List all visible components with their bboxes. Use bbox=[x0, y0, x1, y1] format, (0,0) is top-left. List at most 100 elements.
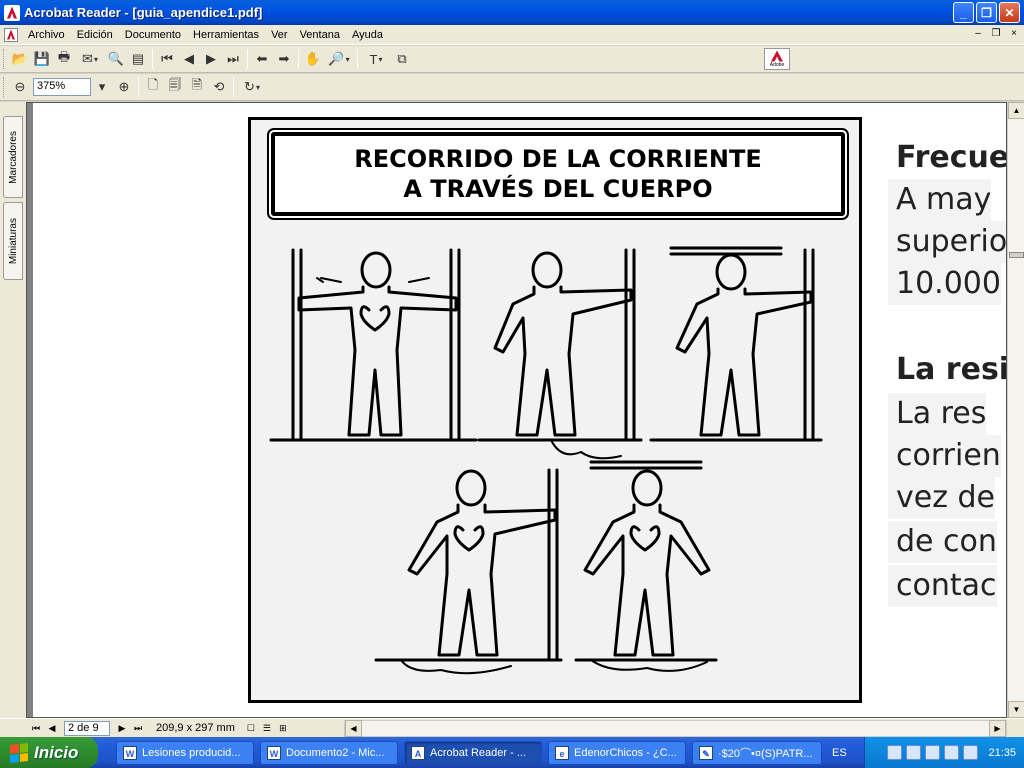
go-back-icon[interactable]: ⬅ bbox=[251, 48, 273, 70]
single-page-icon[interactable]: ☐ bbox=[243, 723, 259, 734]
scroll-down-icon[interactable]: ▼ bbox=[1008, 701, 1024, 718]
snapshot-icon[interactable]: ⧉ bbox=[391, 48, 413, 70]
open-icon[interactable]: 📂 bbox=[9, 48, 31, 70]
volume-icon[interactable] bbox=[925, 745, 941, 760]
next-page-icon[interactable]: ▶ bbox=[200, 48, 222, 70]
menu-ventana[interactable]: Ventana bbox=[294, 29, 346, 41]
maximize-button[interactable]: ❐ bbox=[976, 2, 997, 23]
menu-ayuda[interactable]: Ayuda bbox=[346, 29, 389, 41]
find-icon[interactable]: 🔍 bbox=[105, 48, 127, 70]
doc-restore-button[interactable]: ❐ bbox=[988, 28, 1004, 42]
fit-width-icon[interactable]: 🗎 bbox=[186, 76, 208, 98]
hand-tool-icon[interactable]: ✋ bbox=[302, 48, 324, 70]
scroll-right-icon[interactable]: ▶ bbox=[989, 720, 1006, 737]
taskbar-item-lesiones[interactable]: W Lesiones producid... bbox=[116, 740, 254, 765]
text-line: La res bbox=[888, 393, 987, 435]
menu-herramientas[interactable]: Herramientas bbox=[187, 29, 265, 41]
tab-thumbnails-label: Miniaturas bbox=[7, 217, 19, 265]
clock[interactable]: 21:35 bbox=[988, 747, 1016, 759]
taskbar-item-edenorchicos[interactable]: e EdenorChicos - ¿C... bbox=[548, 740, 686, 765]
text-line: superio bbox=[888, 221, 1006, 263]
word-icon: W bbox=[123, 745, 137, 760]
close-button[interactable]: ✕ bbox=[999, 2, 1020, 23]
menu-ver[interactable]: Ver bbox=[265, 29, 294, 41]
navigation-pane-tabs: Marcadores Miniaturas bbox=[0, 102, 26, 718]
status-next-page-icon[interactable]: ▶ bbox=[114, 723, 130, 734]
minimize-button[interactable]: _ bbox=[953, 2, 974, 23]
previous-page-icon[interactable]: ◀ bbox=[178, 48, 200, 70]
document-view[interactable]: RECORRIDO DE LA CORRIENTE A TRAVÉS DEL C… bbox=[26, 102, 1007, 718]
title-bar: Acrobat Reader - [guia_apendice1.pdf] _ … bbox=[0, 0, 1024, 25]
network-icon[interactable] bbox=[906, 745, 922, 760]
status-previous-page-icon[interactable]: ◀ bbox=[44, 723, 60, 734]
page-size-label: 209,9 x 297 mm bbox=[156, 722, 235, 734]
fit-page-icon[interactable]: 🗐 bbox=[164, 76, 186, 98]
doc-minimize-button[interactable]: – bbox=[970, 28, 986, 42]
menu-archivo[interactable]: Archivo bbox=[22, 29, 71, 41]
doc-close-button[interactable]: × bbox=[1006, 28, 1022, 42]
taskbar-item-chat[interactable]: ✎ ·$20⌒•¤(S)PATR... bbox=[692, 740, 822, 765]
menu-edicion[interactable]: Edición bbox=[71, 29, 119, 41]
show-navigation-icon[interactable]: ▤ bbox=[127, 48, 149, 70]
zoom-tool-icon[interactable]: 🔎 bbox=[324, 48, 354, 70]
print-icon[interactable]: 🖶 bbox=[53, 48, 75, 70]
email-icon[interactable]: ✉ bbox=[75, 48, 105, 70]
text-line: corrien bbox=[888, 435, 1001, 477]
menu-documento[interactable]: Documento bbox=[119, 29, 187, 41]
actual-size-icon[interactable]: 🗋 bbox=[142, 76, 164, 98]
word-icon: W bbox=[267, 745, 281, 760]
adobe-logo-icon bbox=[771, 50, 783, 62]
messenger-icon[interactable] bbox=[963, 745, 979, 760]
zoom-input[interactable]: 375% bbox=[33, 78, 91, 96]
go-forward-icon[interactable]: ➡ bbox=[273, 48, 295, 70]
vertical-scrollbar[interactable]: ▲ ▼ bbox=[1007, 102, 1024, 718]
adobe-logo[interactable]: Adobe bbox=[764, 48, 790, 70]
tab-thumbnails[interactable]: Miniaturas bbox=[3, 202, 23, 280]
status-last-page-icon[interactable]: ⏭ bbox=[130, 723, 146, 734]
view-toolbar: ⊖ 375% ▾ ⊕ 🗋 🗐 🗎 ⟲ ↻ bbox=[0, 74, 1024, 101]
continuous-page-icon[interactable]: ☰ bbox=[259, 723, 275, 734]
taskbar-item-label: Acrobat Reader - ... bbox=[430, 746, 526, 759]
zoom-dropdown-icon[interactable]: ▾ bbox=[91, 76, 113, 98]
text-line: vez de bbox=[888, 477, 995, 519]
main-toolbar: 📂 💾 🖶 ✉ 🔍 ▤ ⏮ ◀ ▶ ⏭ ⬅ ➡ ✋ 🔎 T ⧉ Adobe bbox=[0, 46, 1024, 73]
text-line: 10.000 bbox=[888, 263, 1001, 305]
taskbar-item-acrobat[interactable]: A Acrobat Reader - ... bbox=[404, 740, 542, 765]
document-icon[interactable] bbox=[4, 27, 18, 42]
status-first-page-icon[interactable]: ⏮ bbox=[28, 723, 44, 734]
last-page-icon[interactable]: ⏭ bbox=[222, 48, 244, 70]
scroll-left-icon[interactable]: ◀ bbox=[345, 720, 362, 737]
horizontal-scrollbar[interactable]: ◀ ▶ bbox=[344, 720, 1007, 737]
rotate-view-icon[interactable]: ↻ bbox=[237, 76, 267, 98]
tab-bookmarks[interactable]: Marcadores bbox=[3, 116, 23, 198]
save-icon[interactable]: 💾 bbox=[31, 48, 53, 70]
status-bar: ⏮ ◀ 2 de 9 ▶ ⏭ 209,9 x 297 mm ☐ ☰ ⊞ ◀ ▶ bbox=[0, 718, 1024, 737]
vertical-scroll-thumb[interactable] bbox=[1009, 252, 1024, 258]
figure-hand-to-feet bbox=[374, 468, 563, 675]
body-text-column: Frecue A may superio 10.000 La resi La r… bbox=[888, 137, 1006, 627]
zoom-out-icon[interactable]: ⊖ bbox=[9, 76, 31, 98]
start-button[interactable]: Inicio bbox=[0, 737, 98, 768]
menu-bar: Archivo Edición Documento Herramientas V… bbox=[0, 25, 1024, 45]
language-indicator[interactable]: ES bbox=[832, 747, 847, 759]
acrobat-app-icon[interactable] bbox=[4, 4, 20, 21]
text-line: contac bbox=[888, 565, 997, 607]
page-number-input[interactable]: 2 de 9 bbox=[64, 720, 110, 736]
figure-hand-to-hand bbox=[269, 248, 478, 442]
figure-head-to-hand bbox=[649, 246, 823, 442]
tab-bookmarks-label: Marcadores bbox=[7, 130, 19, 184]
scroll-up-icon[interactable]: ▲ bbox=[1008, 102, 1024, 119]
tray-expand-icon[interactable] bbox=[887, 745, 903, 760]
taskbar-item-label: Documento2 - Mic... bbox=[286, 746, 385, 759]
adobe-logo-text: Adobe bbox=[769, 61, 785, 68]
zoom-in-icon[interactable]: ⊕ bbox=[113, 76, 135, 98]
acrobat-icon: A bbox=[411, 745, 425, 760]
text-line: La resi bbox=[888, 349, 1006, 391]
reflow-icon[interactable]: ⟲ bbox=[208, 76, 230, 98]
taskbar-item-documento2[interactable]: W Documento2 - Mic... bbox=[260, 740, 398, 765]
continuous-facing-icon[interactable]: ⊞ bbox=[275, 723, 291, 734]
first-page-icon[interactable]: ⏮ bbox=[156, 48, 178, 70]
security-icon[interactable] bbox=[944, 745, 960, 760]
figure-title-line2: A TRAVÉS DEL CUERPO bbox=[403, 175, 713, 203]
text-select-icon[interactable]: T bbox=[361, 48, 391, 70]
